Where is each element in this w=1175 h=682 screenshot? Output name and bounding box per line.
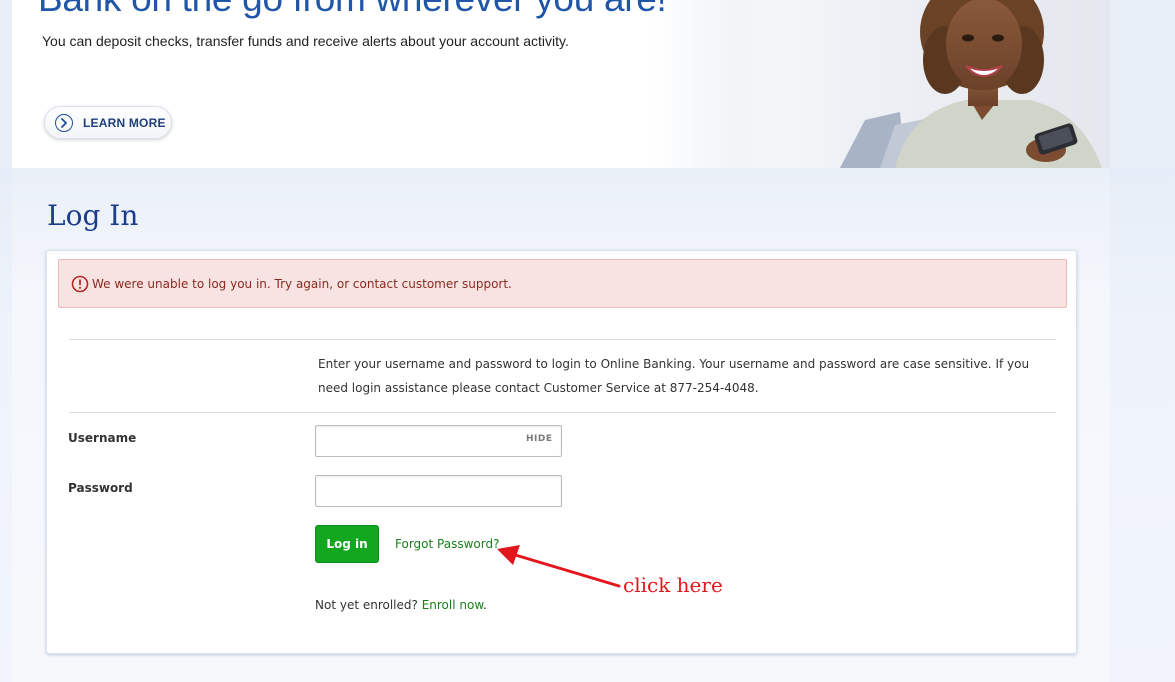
password-label: Password: [68, 481, 133, 495]
username-input[interactable]: [315, 425, 562, 457]
annotation-label: click here: [623, 573, 723, 597]
log-in-button[interactable]: Log in: [315, 525, 379, 563]
enroll-now-link[interactable]: Enroll now: [422, 598, 483, 612]
learn-more-button[interactable]: LEARN MORE: [44, 106, 172, 139]
hide-toggle[interactable]: HIDE: [526, 434, 553, 444]
alert-circle-icon: [71, 275, 89, 292]
woman-with-phone-photo: [730, 0, 1110, 168]
enroll-prompt-period: .: [483, 598, 487, 612]
chevron-right-icon: [55, 113, 73, 132]
enroll-prompt: Not yet enrolled? Enroll now.: [315, 598, 487, 612]
username-label: Username: [68, 431, 137, 445]
annotation-arrow-icon: [497, 545, 621, 588]
page-title: Log In: [47, 199, 139, 232]
banner-title: Bank on the go from wherever you are!: [38, 0, 667, 20]
error-message: We were unable to log you in. Try again,…: [92, 276, 512, 291]
divider: [69, 339, 1056, 340]
login-panel: We were unable to log you in. Try again,…: [46, 250, 1077, 654]
promo-banner: Bank on the go from wherever you are! Yo…: [12, 0, 1110, 168]
learn-more-label: LEARN MORE: [83, 115, 166, 130]
password-input[interactable]: [315, 475, 562, 507]
divider: [69, 412, 1056, 413]
enroll-prompt-text: Not yet enrolled?: [315, 598, 422, 612]
error-alert: We were unable to log you in. Try again,…: [58, 259, 1067, 308]
login-instructions: Enter your username and password to logi…: [318, 357, 1030, 395]
forgot-password-link[interactable]: Forgot Password?: [395, 537, 499, 551]
banner-subtitle: You can deposit checks, transfer funds a…: [42, 33, 569, 49]
